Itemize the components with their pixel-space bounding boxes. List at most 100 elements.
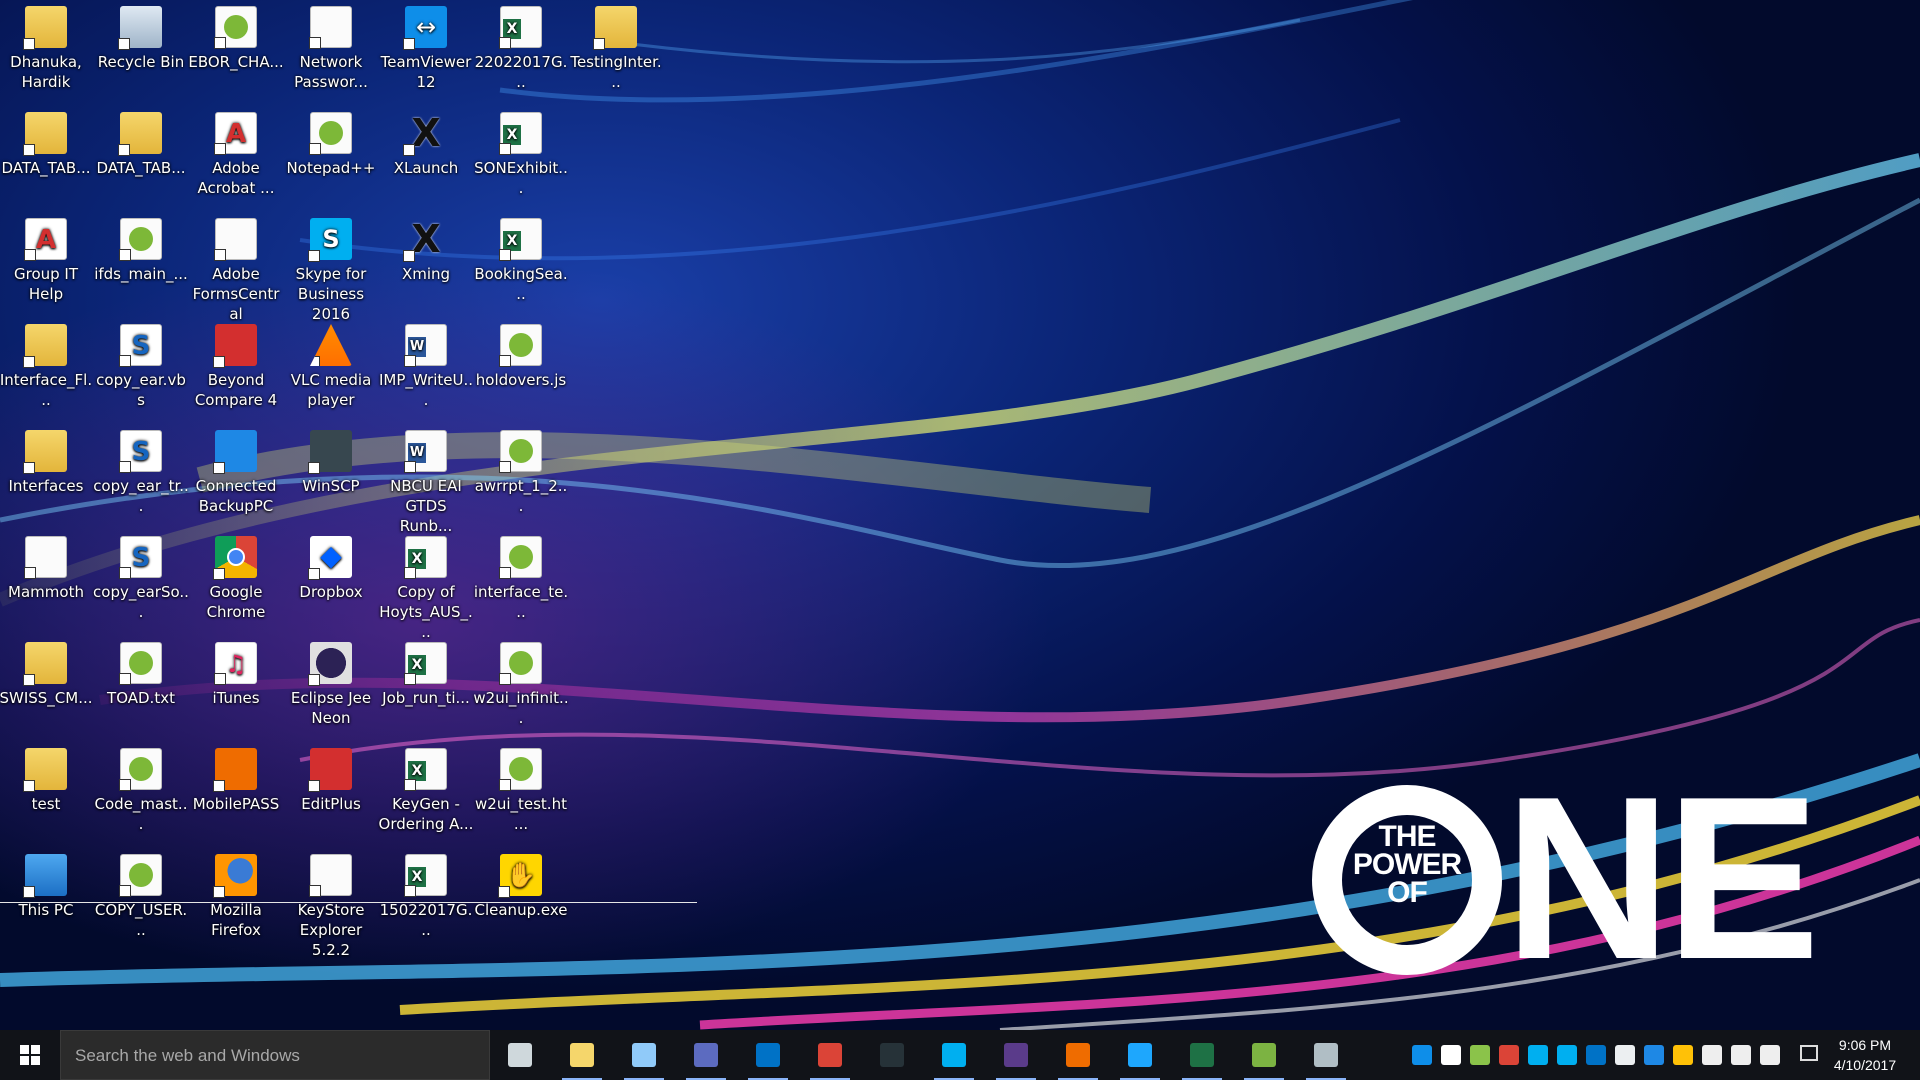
taskbar-app-button[interactable] bbox=[616, 1030, 672, 1080]
desktop-icon[interactable]: w2ui_test.ht... bbox=[475, 742, 567, 834]
desktop-icon[interactable]: SONExhibit... bbox=[474, 106, 568, 198]
desktop-icon[interactable]: Network Passwor... bbox=[286, 0, 376, 92]
desktop-icon[interactable]: BookingSea... bbox=[474, 212, 568, 304]
desktop-icon[interactable]: Adobe Acrobat ... bbox=[191, 106, 281, 198]
battery-icon[interactable] bbox=[1702, 1045, 1722, 1065]
chrome-icon bbox=[818, 1043, 842, 1067]
taskbar-app-button[interactable] bbox=[1174, 1030, 1230, 1080]
desktop-icon[interactable]: Cleanup.exe bbox=[475, 848, 567, 920]
taskbar-app-button[interactable] bbox=[1236, 1030, 1292, 1080]
teamviewer-icon bbox=[403, 6, 447, 50]
taskbar-app-button[interactable] bbox=[802, 1030, 858, 1080]
taskbar-app-button[interactable] bbox=[492, 1030, 548, 1080]
taskbar-clock[interactable]: 9:06 PM 4/10/2017 bbox=[1820, 1035, 1910, 1075]
skype-tray-icon[interactable] bbox=[1557, 1045, 1577, 1065]
chrome-tray-icon[interactable] bbox=[1499, 1045, 1519, 1065]
desktop-icon-label: test bbox=[31, 795, 61, 813]
desktop-icon[interactable]: WinSCP bbox=[286, 424, 376, 496]
onedrive-tray-icon[interactable] bbox=[1644, 1045, 1664, 1065]
desktop-icon[interactable]: 22022017G... bbox=[475, 0, 567, 92]
desktop-icon[interactable]: ifds_main_... bbox=[94, 212, 188, 284]
desktop-icon[interactable]: copy_ear.vbs bbox=[96, 318, 186, 410]
desktop-icon-label: Recycle Bin bbox=[97, 53, 185, 71]
desktop-icon-label: XLaunch bbox=[393, 159, 459, 177]
security-tray-icon[interactable] bbox=[1673, 1045, 1693, 1065]
taskbar-app-button[interactable] bbox=[554, 1030, 610, 1080]
desktop-icon[interactable]: This PC bbox=[1, 848, 91, 920]
desktop-icon[interactable]: Mammoth bbox=[1, 530, 91, 602]
desktop-icon[interactable]: TestingInter... bbox=[570, 0, 662, 92]
desktop-icon[interactable]: COPY_USER... bbox=[95, 848, 187, 940]
excel-file-icon bbox=[404, 748, 447, 791]
desktop-icon[interactable]: VLC media player bbox=[286, 318, 376, 410]
volume-muted-icon[interactable] bbox=[1760, 1045, 1780, 1065]
outlook-tray-icon[interactable] bbox=[1586, 1045, 1606, 1065]
printer-tray-icon[interactable] bbox=[1615, 1045, 1635, 1065]
skype-icon bbox=[308, 218, 352, 262]
notepadpp-file-icon bbox=[499, 642, 542, 685]
desktop-icon[interactable]: Beyond Compare 4 bbox=[191, 318, 281, 410]
desktop-icon[interactable]: holdovers.js bbox=[476, 318, 566, 390]
taskbar-app-button[interactable] bbox=[1050, 1030, 1106, 1080]
desktop-icon[interactable]: Eclipse Jee Neon bbox=[286, 636, 376, 728]
skype-business-tray-icon[interactable] bbox=[1528, 1045, 1548, 1065]
desktop-icon[interactable]: w2ui_infinit... bbox=[473, 636, 569, 728]
desktop-icon[interactable]: KeyStore Explorer 5.2.2 bbox=[286, 848, 376, 960]
desktop-icon[interactable]: Mozilla Firefox bbox=[191, 848, 281, 940]
desktop-icon[interactable]: Interfaces bbox=[1, 424, 91, 496]
formscentral-icon bbox=[214, 218, 257, 261]
desktop-icon[interactable]: IMP_WriteU... bbox=[379, 318, 473, 410]
desktop-icon[interactable]: Recycle Bin bbox=[96, 0, 186, 72]
desktop-icon[interactable]: EBOR_CHA... bbox=[188, 0, 284, 72]
desktop-icon[interactable]: Dhanuka, Hardik bbox=[1, 0, 91, 92]
search-box[interactable]: Search the web and Windows bbox=[60, 1030, 490, 1080]
wifi-icon[interactable] bbox=[1731, 1045, 1751, 1065]
desktop-icon[interactable]: Notepad++ bbox=[286, 106, 376, 178]
desktop-icon[interactable]: 15022017G... bbox=[380, 848, 472, 940]
desktop-icon[interactable]: Group IT Help bbox=[1, 212, 91, 304]
desktop-icon[interactable]: EditPlus bbox=[286, 742, 376, 814]
desktop-icon[interactable]: Code_mast... bbox=[95, 742, 187, 834]
taskbar-app-button[interactable] bbox=[1112, 1030, 1168, 1080]
desktop-icon[interactable]: TOAD.txt bbox=[96, 636, 186, 708]
taskbar-app-button[interactable] bbox=[1298, 1030, 1354, 1080]
taskbar-app-button[interactable] bbox=[740, 1030, 796, 1080]
desktop-icon-label: Network Passwor... bbox=[294, 53, 368, 91]
taskbar-app-button[interactable] bbox=[988, 1030, 1044, 1080]
desktop-icon[interactable]: Connected BackupPC bbox=[191, 424, 281, 516]
taskbar-app-button[interactable] bbox=[926, 1030, 982, 1080]
desktop-icon[interactable]: KeyGen - Ordering A... bbox=[379, 742, 473, 834]
dropbox-tray-icon[interactable] bbox=[1441, 1045, 1461, 1065]
desktop-icon[interactable]: Xming bbox=[381, 212, 471, 284]
start-button[interactable] bbox=[0, 1030, 60, 1080]
desktop-icon[interactable]: Job_run_ti... bbox=[381, 636, 471, 708]
desktop-icon[interactable]: Interface_Fl... bbox=[0, 318, 92, 410]
teamviewer-tray-icon[interactable] bbox=[1412, 1045, 1432, 1065]
desktop-icon[interactable]: SWISS_CM... bbox=[0, 636, 93, 708]
desktop-icon[interactable]: NBCU EAI GTDS Runb... bbox=[381, 424, 471, 536]
desktop-icon[interactable]: DATA_TAB... bbox=[96, 106, 186, 178]
desktop-icon[interactable]: interface_te... bbox=[474, 530, 568, 622]
app-tray-icon[interactable] bbox=[1470, 1045, 1490, 1065]
desktop-icon[interactable]: awrrpt_1_2... bbox=[475, 424, 567, 516]
desktop-icon[interactable]: MobilePASS bbox=[191, 742, 281, 814]
desktop-icon[interactable]: XLaunch bbox=[381, 106, 471, 178]
desktop-icon[interactable]: Dropbox bbox=[286, 530, 376, 602]
desktop-icon[interactable]: copy_earSo... bbox=[93, 530, 189, 622]
desktop-icon[interactable]: Copy of Hoyts_AUS_... bbox=[379, 530, 473, 642]
taskbar-app-button[interactable] bbox=[678, 1030, 734, 1080]
desktop-icon-label: KeyStore Explorer 5.2.2 bbox=[297, 901, 365, 959]
desktop-icon[interactable]: test bbox=[1, 742, 91, 814]
desktop-icon-label: TestingInter... bbox=[570, 53, 662, 91]
desktop-icon[interactable]: TeamViewer 12 bbox=[381, 0, 471, 92]
action-center-icon[interactable] bbox=[1800, 1045, 1818, 1061]
desktop-icon[interactable]: DATA_TAB... bbox=[1, 106, 91, 178]
desktop-icon[interactable]: Skype for Business 2016 bbox=[286, 212, 376, 324]
desktop-icon[interactable]: iTunes bbox=[191, 636, 281, 708]
notepadpp-file-icon bbox=[119, 854, 162, 897]
desktop-icon[interactable]: Adobe FormsCentral bbox=[191, 212, 281, 324]
desktop-icon-label: TOAD.txt bbox=[107, 689, 175, 707]
taskbar-app-button[interactable] bbox=[864, 1030, 920, 1080]
desktop-icon[interactable]: Google Chrome bbox=[191, 530, 281, 622]
desktop-icon[interactable]: copy_ear_tr... bbox=[93, 424, 189, 516]
